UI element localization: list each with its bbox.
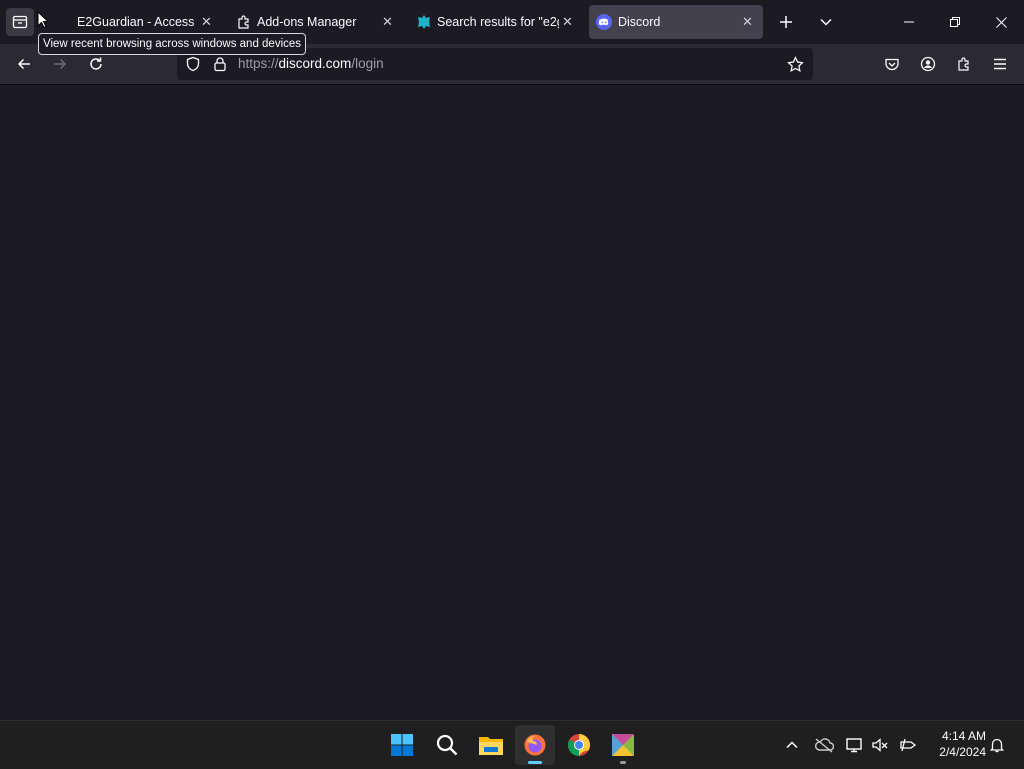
url-path: /login: [351, 56, 384, 71]
reload-icon: [90, 57, 102, 70]
clock-time: 4:14 AM: [941, 729, 986, 743]
active-indicator: [528, 761, 542, 764]
plus-icon: [780, 16, 792, 28]
search-icon: [436, 734, 458, 756]
restore-icon: [950, 17, 960, 27]
addons-icon: [418, 15, 430, 29]
minimize-button[interactable]: [886, 0, 932, 44]
file-explorer-icon: [479, 737, 503, 755]
close-icon[interactable]: ✕: [742, 14, 753, 30]
tab-title: Search results for "e2gu: [437, 15, 559, 29]
onedrive-button[interactable]: [812, 733, 836, 757]
running-indicator: [620, 761, 626, 764]
clock[interactable]: 4:14 AM 2/4/2024: [926, 728, 986, 760]
firefox-view-icon: [12, 15, 28, 29]
clock-date: 2/4/2024: [939, 745, 986, 759]
hamburger-menu-icon: [994, 58, 1006, 70]
close-window-button[interactable]: [978, 0, 1024, 44]
start-icon: [391, 734, 413, 756]
url-scheme: https://: [238, 56, 279, 71]
puzzle-icon: [238, 15, 249, 29]
volume-muted-icon: [872, 738, 888, 752]
back-button[interactable]: [10, 50, 38, 78]
file-explorer-button[interactable]: [471, 725, 511, 765]
chevron-up-icon: [786, 741, 798, 749]
firefox-button[interactable]: [515, 725, 555, 765]
chrome-icon: [568, 734, 590, 756]
chevron-down-icon: [820, 18, 832, 26]
minimize-icon: [904, 21, 914, 23]
monitor-icon: [846, 738, 862, 753]
new-tab-button[interactable]: [772, 8, 800, 36]
search-button[interactable]: [427, 725, 467, 765]
tab-title: Discord: [618, 15, 661, 29]
show-hidden-icons-button[interactable]: [780, 733, 804, 757]
lock-icon[interactable]: [212, 56, 228, 72]
forward-arrow-icon: [54, 58, 67, 70]
close-icon[interactable]: ✕: [382, 14, 393, 30]
close-icon[interactable]: ✕: [562, 14, 573, 30]
back-arrow-icon: [17, 58, 30, 70]
restore-button[interactable]: [932, 0, 978, 44]
list-all-tabs-button[interactable]: [812, 8, 840, 36]
bell-icon: [989, 738, 1005, 753]
page-content: [0, 85, 1024, 720]
tab-title: Add-ons Manager: [257, 15, 357, 29]
tooltip: View recent browsing across windows and …: [38, 33, 307, 55]
display-button[interactable]: [843, 733, 867, 757]
discord-icon: [596, 14, 612, 30]
extensions-button[interactable]: [950, 50, 978, 78]
account-button[interactable]: [914, 50, 942, 78]
url-host: discord.com: [278, 56, 352, 71]
app-menu-button[interactable]: [986, 50, 1014, 78]
network-button[interactable]: [896, 733, 920, 757]
tab-discord[interactable]: Discord ✕: [589, 5, 763, 39]
account-icon: [920, 56, 936, 72]
firefox-view-button[interactable]: [6, 8, 34, 36]
notifications-button[interactable]: [985, 733, 1009, 757]
tab-title: E2Guardian - Access De: [77, 15, 197, 29]
pinned-app-button[interactable]: [603, 725, 643, 765]
bookmark-star-icon[interactable]: [787, 56, 804, 73]
shield-icon[interactable]: [185, 56, 201, 72]
pocket-icon: [885, 58, 899, 71]
puzzle-icon: [958, 57, 969, 71]
close-icon: [995, 16, 1007, 28]
cloud-offline-icon: [815, 738, 834, 753]
pocket-button[interactable]: [878, 50, 906, 78]
network-icon: [900, 738, 917, 752]
close-icon[interactable]: ✕: [201, 14, 212, 30]
taskbar: 4:14 AM 2/4/2024: [0, 720, 1024, 769]
start-button[interactable]: [382, 725, 422, 765]
mouse-cursor-icon: [37, 11, 49, 29]
volume-button[interactable]: [868, 733, 892, 757]
tab-search-results[interactable]: Search results for "e2gu ✕: [408, 5, 582, 39]
app-icon: [612, 734, 634, 756]
firefox-icon: [524, 734, 546, 756]
chrome-button[interactable]: [559, 725, 599, 765]
